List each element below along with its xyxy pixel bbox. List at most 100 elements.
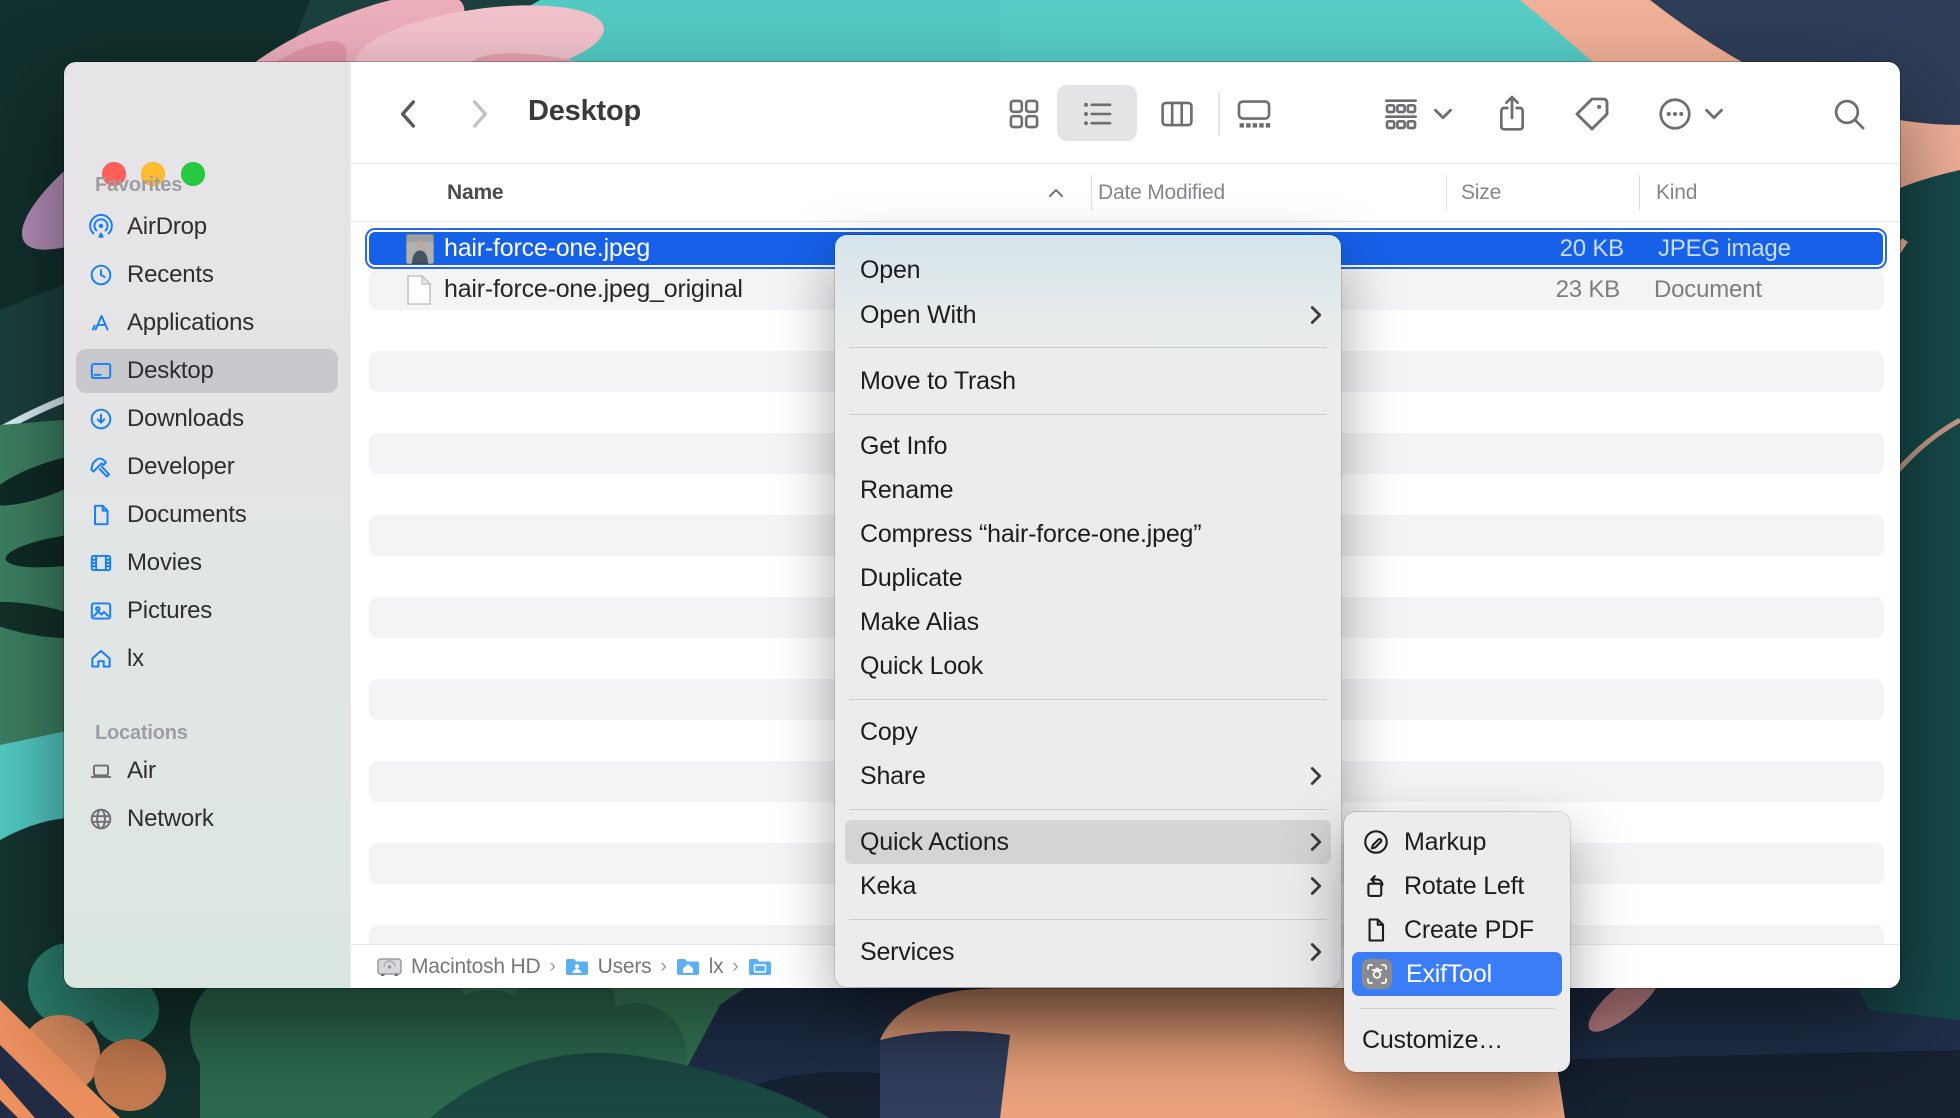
downloads-icon <box>88 406 114 432</box>
forward-button[interactable] <box>463 94 497 134</box>
appstore-icon <box>88 310 114 336</box>
column-divider[interactable] <box>1639 175 1640 210</box>
group-by-icon <box>1380 96 1422 132</box>
icon-view-button[interactable] <box>1004 94 1044 134</box>
list-header: Name Date Modified Size Kind <box>351 163 1900 222</box>
rotate-left-icon <box>1362 872 1390 900</box>
column-divider[interactable] <box>1446 175 1447 210</box>
quick-actions-submenu: Markup Rotate Left Create PDF ExifTool C… <box>1344 812 1570 1072</box>
path-item-users[interactable]: Users <box>598 955 652 979</box>
menu-item-make-alias[interactable]: Make Alias <box>835 600 1341 644</box>
sidebar-item-movies[interactable]: Movies <box>88 547 328 579</box>
menu-item-share[interactable]: Share <box>835 754 1341 798</box>
more-actions-button[interactable] <box>1654 94 1696 134</box>
document-icon <box>88 502 114 528</box>
sidebar-item-air[interactable]: Air <box>88 755 328 787</box>
menu-item-keka[interactable]: Keka <box>835 864 1341 908</box>
column-header-size[interactable]: Size <box>1461 164 1501 221</box>
sidebar-item-desktop[interactable]: Desktop <box>88 355 328 387</box>
clock-icon <box>88 262 114 288</box>
home-icon <box>88 646 114 672</box>
hammer-icon <box>88 454 114 480</box>
sidebar-item-label: Recents <box>127 261 214 289</box>
search-button[interactable] <box>1828 94 1870 134</box>
back-button[interactable] <box>391 94 425 134</box>
menu-item-get-info[interactable]: Get Info <box>835 424 1341 468</box>
group-by-button[interactable] <box>1377 94 1425 134</box>
sidebar-item-label: Pictures <box>127 597 212 625</box>
menu-item-rename[interactable]: Rename <box>835 468 1341 512</box>
menu-item-copy[interactable]: Copy <box>835 710 1341 754</box>
menu-item-compress[interactable]: Compress “hair-force-one.jpeg” <box>835 512 1341 556</box>
sidebar-item-applications[interactable]: Applications <box>88 307 328 339</box>
column-divider[interactable] <box>1091 175 1092 210</box>
grid-view-icon <box>1007 97 1041 131</box>
menu-separator <box>849 414 1327 415</box>
submenu-item-exiftool[interactable]: ExifTool <box>1344 952 1570 996</box>
sidebar-item-label: Air <box>127 757 156 785</box>
home-folder-icon <box>676 957 700 977</box>
group-by-chevron[interactable] <box>1431 94 1455 134</box>
ellipsis-circle-icon <box>1656 95 1694 133</box>
column-header-name[interactable]: Name <box>447 164 503 221</box>
globe-icon <box>88 806 114 832</box>
sidebar-item-pictures[interactable]: Pictures <box>88 595 328 627</box>
sidebar-item-network[interactable]: Network <box>88 803 328 835</box>
sidebar-item-airdrop[interactable]: AirDrop <box>88 211 328 243</box>
path-chevron-icon: › <box>732 956 738 978</box>
sidebar-item-documents[interactable]: Documents <box>88 499 328 531</box>
sidebar-item-developer[interactable]: Developer <box>88 451 328 483</box>
menu-item-duplicate[interactable]: Duplicate <box>835 556 1341 600</box>
desktop-folder-icon <box>748 957 772 977</box>
sidebar-item-label: Developer <box>127 453 235 481</box>
submenu-chevron-icon <box>1309 942 1323 962</box>
sidebar-item-label: Desktop <box>127 357 214 385</box>
sidebar-item-label: Downloads <box>127 405 244 433</box>
exiftool-icon <box>1362 959 1392 989</box>
file-thumbnail <box>406 232 434 265</box>
menu-item-quick-actions[interactable]: Quick Actions <box>835 820 1341 864</box>
gallery-view-button[interactable] <box>1229 94 1279 134</box>
sidebar-item-home[interactable]: lx <box>88 643 328 675</box>
menu-item-open-with[interactable]: Open With <box>835 293 1341 337</box>
window-title: Desktop <box>528 95 641 128</box>
submenu-item-customize[interactable]: Customize… <box>1344 1018 1570 1062</box>
zoom-button[interactable] <box>181 162 205 186</box>
column-view-button[interactable] <box>1155 94 1199 134</box>
submenu-chevron-icon <box>1309 876 1323 896</box>
file-name: hair-force-one.jpeg <box>444 232 650 265</box>
share-icon <box>1494 94 1530 134</box>
submenu-item-create-pdf[interactable]: Create PDF <box>1344 908 1570 952</box>
sidebar-item-label: Network <box>127 805 214 833</box>
menu-item-quick-look[interactable]: Quick Look <box>835 644 1341 688</box>
column-header-date-modified[interactable]: Date Modified <box>1098 164 1225 221</box>
submenu-item-markup[interactable]: Markup <box>1344 820 1570 864</box>
favorites-section-label: Favorites <box>95 174 182 197</box>
sidebar-item-label: AirDrop <box>127 213 207 241</box>
more-actions-chevron[interactable] <box>1702 94 1726 134</box>
markup-icon <box>1362 828 1390 856</box>
path-item-home[interactable]: lx <box>709 955 724 979</box>
gallery-view-icon <box>1233 97 1275 131</box>
path-item-volume[interactable]: Macintosh HD <box>411 955 540 979</box>
column-header-kind[interactable]: Kind <box>1656 164 1697 221</box>
menu-item-open[interactable]: Open <box>835 248 1341 292</box>
menu-item-services[interactable]: Services <box>835 930 1341 974</box>
file-size: 23 KB <box>1457 269 1620 310</box>
column-view-icon <box>1158 97 1196 131</box>
share-button[interactable] <box>1492 94 1532 134</box>
submenu-separator <box>1360 1008 1554 1009</box>
sidebar-item-recents[interactable]: Recents <box>88 259 328 291</box>
sidebar-item-downloads[interactable]: Downloads <box>88 403 328 435</box>
search-icon <box>1830 95 1868 133</box>
submenu-item-rotate-left[interactable]: Rotate Left <box>1344 864 1570 908</box>
sidebar-item-label: Applications <box>127 309 254 337</box>
locations-section-label: Locations <box>95 722 188 745</box>
macos-desktop: { "window": { "title": "Desktop" }, "sid… <box>0 0 1960 1118</box>
sidebar-item-label: Movies <box>127 549 202 577</box>
tags-button[interactable] <box>1568 94 1616 134</box>
chevron-right-icon <box>475 102 486 126</box>
submenu-chevron-icon <box>1309 305 1323 325</box>
menu-item-move-to-trash[interactable]: Move to Trash <box>835 359 1341 403</box>
list-view-button[interactable] <box>1059 94 1135 134</box>
